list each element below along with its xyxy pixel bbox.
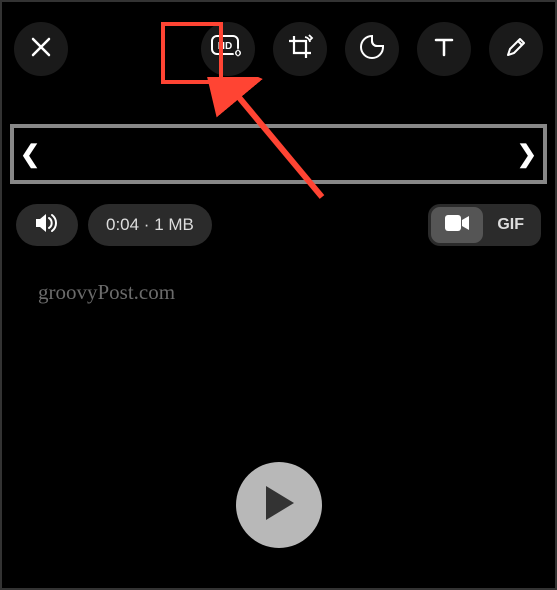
hd-quality-button[interactable]: HD [201,22,255,76]
close-button[interactable] [14,22,68,76]
draw-button[interactable] [489,22,543,76]
editor-toolbar: HD [2,2,555,96]
play-button[interactable] [236,462,322,548]
media-info-row: 0:04 · 1 MB GIF [16,204,541,246]
toggle-gif[interactable]: GIF [483,207,538,243]
trim-handle-left[interactable]: ❮ [18,140,42,169]
close-icon [30,36,52,63]
toggle-video[interactable] [431,207,483,243]
text-button[interactable] [417,22,471,76]
svg-text:HD: HD [218,41,232,52]
sticker-icon [359,34,385,65]
crop-rotate-button[interactable] [273,22,327,76]
play-icon [262,484,296,527]
hd-icon: HD [211,35,245,64]
sound-toggle-button[interactable] [16,204,78,246]
trim-handle-right[interactable]: ❯ [515,140,539,169]
sticker-button[interactable] [345,22,399,76]
video-trimmer[interactable]: ❮ ❯ [10,124,547,184]
watermark-text: groovyPost.com [38,280,175,305]
video-gif-toggle[interactable]: GIF [428,204,541,246]
pencil-icon [504,35,528,64]
video-camera-icon [445,215,469,236]
text-icon [432,35,456,64]
speaker-icon [34,212,60,239]
crop-rotate-icon [286,33,314,66]
duration-size-label: 0:04 · 1 MB [88,204,212,246]
